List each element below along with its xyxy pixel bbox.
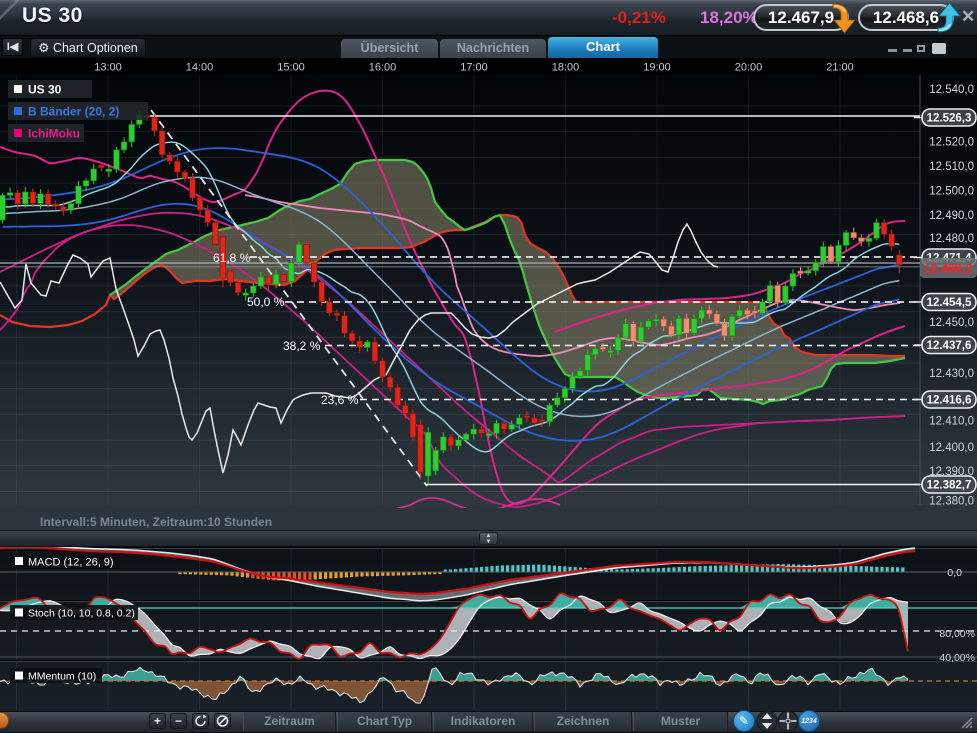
svg-text:61,8 %: 61,8 % bbox=[213, 251, 251, 265]
svg-text:US 30: US 30 bbox=[28, 83, 62, 97]
svg-text:Intervall:5 Minuten, Zeitraum:: Intervall:5 Minuten, Zeitraum:10 Stunden bbox=[40, 515, 272, 529]
svg-text:12.520,0: 12.520,0 bbox=[929, 137, 974, 149]
svg-text:12.468,2: 12.468,2 bbox=[924, 262, 973, 276]
svg-text:21:00: 21:00 bbox=[826, 62, 854, 74]
svg-text:12.454,5: 12.454,5 bbox=[927, 297, 972, 309]
svg-text:12.380,0: 12.380,0 bbox=[929, 496, 974, 508]
svg-text:MMentum (10): MMentum (10) bbox=[28, 671, 96, 683]
svg-text:16:00: 16:00 bbox=[369, 62, 397, 74]
svg-text:38,2 %: 38,2 % bbox=[283, 339, 321, 353]
svg-text:12.450,0: 12.450,0 bbox=[929, 317, 974, 329]
svg-text:12.382,7: 12.382,7 bbox=[927, 480, 972, 492]
svg-text:B Bänder (20, 2): B Bänder (20, 2) bbox=[28, 105, 119, 119]
svg-text:12.480,0: 12.480,0 bbox=[929, 233, 974, 245]
svg-text:12.500,0: 12.500,0 bbox=[929, 186, 974, 198]
svg-text:17:00: 17:00 bbox=[460, 62, 488, 74]
svg-text:IchiMoku: IchiMoku bbox=[28, 127, 80, 141]
svg-text:0,0: 0,0 bbox=[947, 567, 962, 579]
svg-text:12.526,3: 12.526,3 bbox=[927, 113, 972, 125]
svg-text:Stoch (10, 10, 0.8, 0.2): Stoch (10, 10, 0.8, 0.2) bbox=[28, 608, 135, 620]
svg-text:13:00: 13:00 bbox=[94, 62, 122, 74]
svg-text:80,00%: 80,00% bbox=[939, 628, 975, 640]
svg-text:12.430,0: 12.430,0 bbox=[929, 368, 974, 380]
svg-text:14:00: 14:00 bbox=[186, 62, 214, 74]
svg-text:MACD (12, 26, 9): MACD (12, 26, 9) bbox=[28, 557, 114, 569]
svg-text:15:00: 15:00 bbox=[277, 62, 305, 74]
svg-text:20:00: 20:00 bbox=[735, 62, 763, 74]
svg-text:12.416,6: 12.416,6 bbox=[927, 395, 972, 407]
svg-text:12.490,0: 12.490,0 bbox=[929, 210, 974, 222]
svg-text:18:00: 18:00 bbox=[552, 62, 580, 74]
svg-text:12.400,0: 12.400,0 bbox=[929, 442, 974, 454]
svg-text:50,0 %: 50,0 % bbox=[247, 295, 285, 309]
svg-text:12.510,0: 12.510,0 bbox=[929, 161, 974, 173]
svg-text:23,6 %: 23,6 % bbox=[321, 393, 359, 407]
svg-text:12.410,0: 12.410,0 bbox=[929, 416, 974, 428]
svg-text:12.437,6: 12.437,6 bbox=[927, 340, 972, 352]
svg-text:19:00: 19:00 bbox=[643, 62, 671, 74]
svg-text:40,00%: 40,00% bbox=[939, 652, 975, 664]
svg-text:12.540,0: 12.540,0 bbox=[929, 84, 974, 96]
